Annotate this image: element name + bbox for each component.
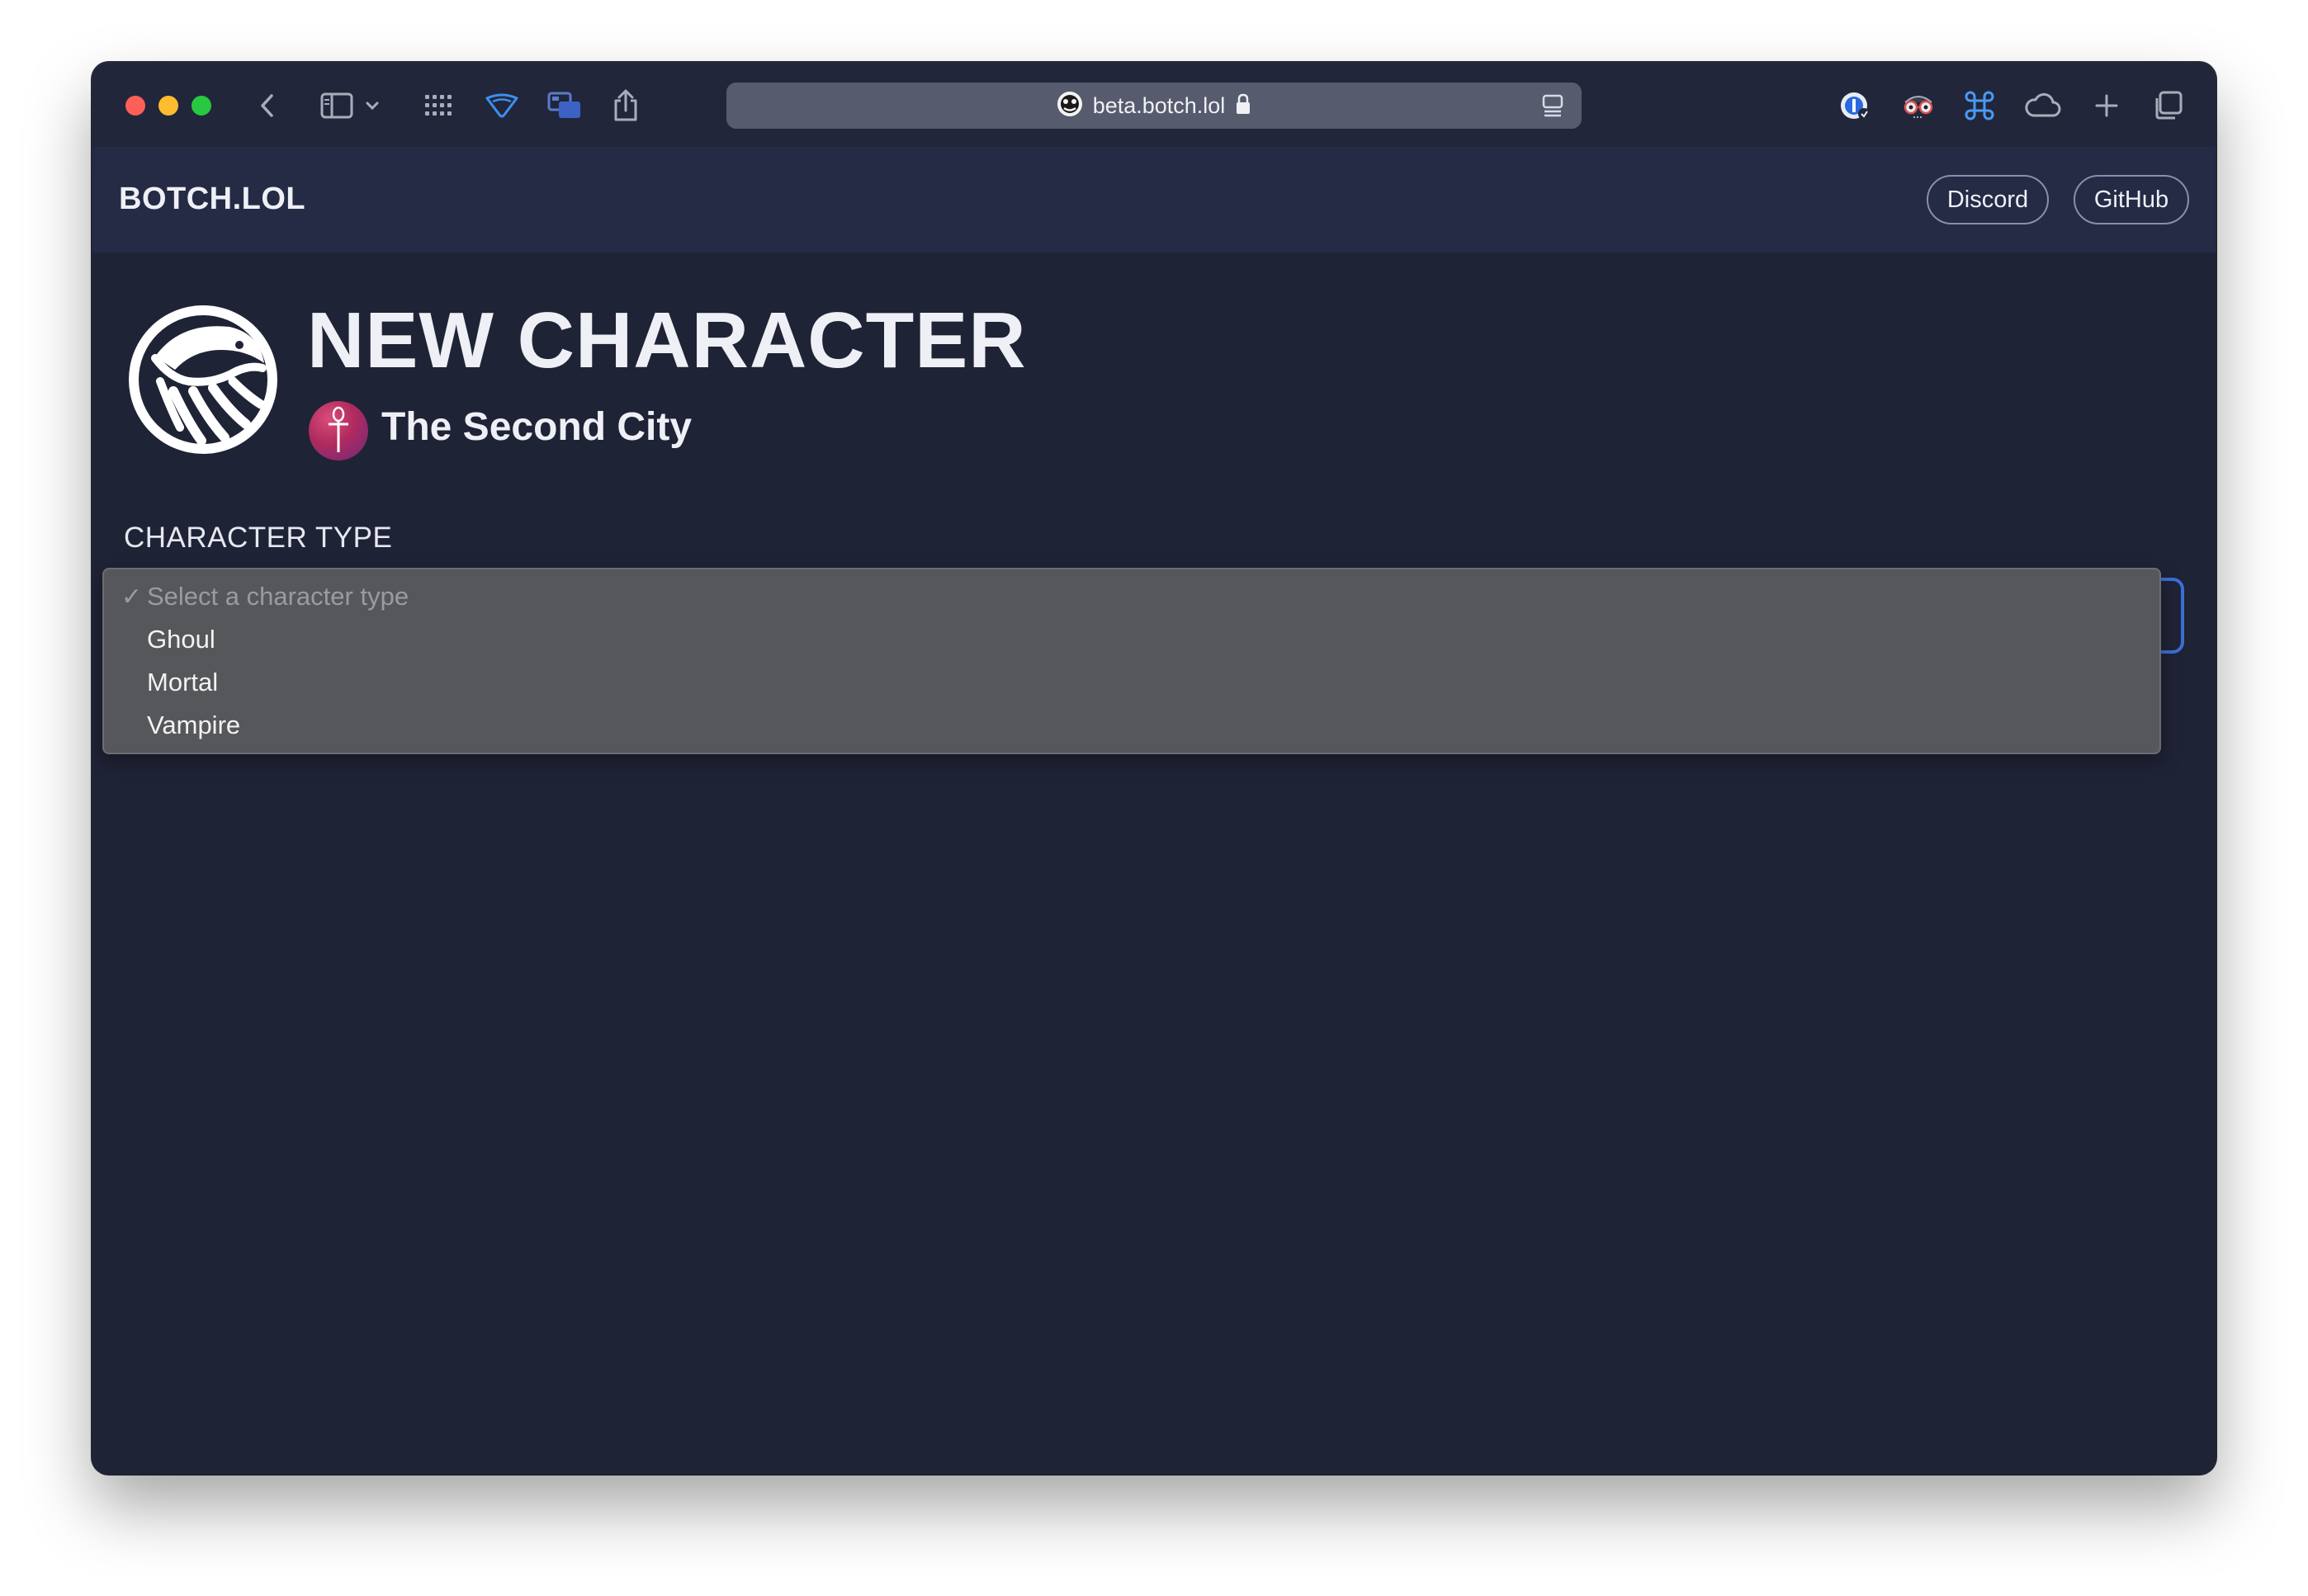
app-logo-icon	[122, 299, 284, 460]
option-ghoul[interactable]: Ghoul	[104, 619, 2159, 660]
option-mortal[interactable]: Mortal	[104, 662, 2159, 703]
github-button[interactable]: GitHub	[2074, 175, 2189, 224]
option-placeholder: ✓ Select a character type	[104, 576, 2159, 617]
site-favicon-icon	[1057, 91, 1083, 121]
lock-icon	[1235, 93, 1251, 119]
onepassword-icon[interactable]	[1834, 84, 1877, 127]
address-bar[interactable]: beta.botch.lol	[726, 83, 1582, 129]
discord-button[interactable]: Discord	[1927, 175, 2049, 224]
glasses-extension-icon[interactable]	[1897, 84, 1940, 127]
share-icon[interactable]	[604, 84, 647, 127]
option-label: Mortal	[147, 668, 219, 696]
url-text: beta.botch.lol	[1092, 92, 1226, 118]
option-label: Vampire	[147, 711, 241, 739]
new-tab-icon[interactable]	[2085, 84, 2128, 127]
back-icon[interactable]	[246, 84, 289, 127]
ankh-icon	[329, 406, 348, 452]
command-icon[interactable]	[1958, 84, 2001, 127]
option-label: Ghoul	[147, 625, 215, 654]
page-title: NEW CHARACTER	[307, 296, 1027, 385]
chevron-down-icon[interactable]	[360, 84, 385, 127]
cloud-icon[interactable]	[2021, 84, 2064, 127]
browser-toolbar: beta.botch.lol	[92, 63, 2216, 147]
option-label: Select a character type	[147, 582, 409, 611]
option-vampire[interactable]: Vampire	[104, 705, 2159, 746]
zoom-window-button[interactable]	[192, 96, 211, 116]
checkmark-icon: ✓	[121, 583, 142, 611]
character-type-dropdown[interactable]: ✓ Select a character type Ghoul Mortal V…	[102, 568, 2161, 754]
character-type-label: CHARACTER TYPE	[124, 522, 393, 554]
tabs-overview-icon[interactable]	[2146, 84, 2189, 127]
chronicle-avatar	[309, 401, 368, 460]
chronicle-name: The Second City	[381, 405, 693, 449]
app-header: BOTCH.LOL Discord GitHub	[92, 147, 2216, 253]
tab-overview-icon[interactable]	[418, 84, 461, 127]
window-icon[interactable]	[543, 84, 586, 127]
reader-view-icon[interactable]	[1542, 94, 1563, 121]
browser-window: beta.botch.lol BOTCH.LOL Discord GitHub …	[92, 63, 2216, 1474]
minimize-window-button[interactable]	[158, 96, 178, 116]
brand-logo-text[interactable]: BOTCH.LOL	[119, 182, 305, 217]
wifi-shield-icon[interactable]	[480, 84, 523, 127]
close-window-button[interactable]	[125, 96, 145, 116]
sidebar-icon[interactable]	[315, 84, 358, 127]
